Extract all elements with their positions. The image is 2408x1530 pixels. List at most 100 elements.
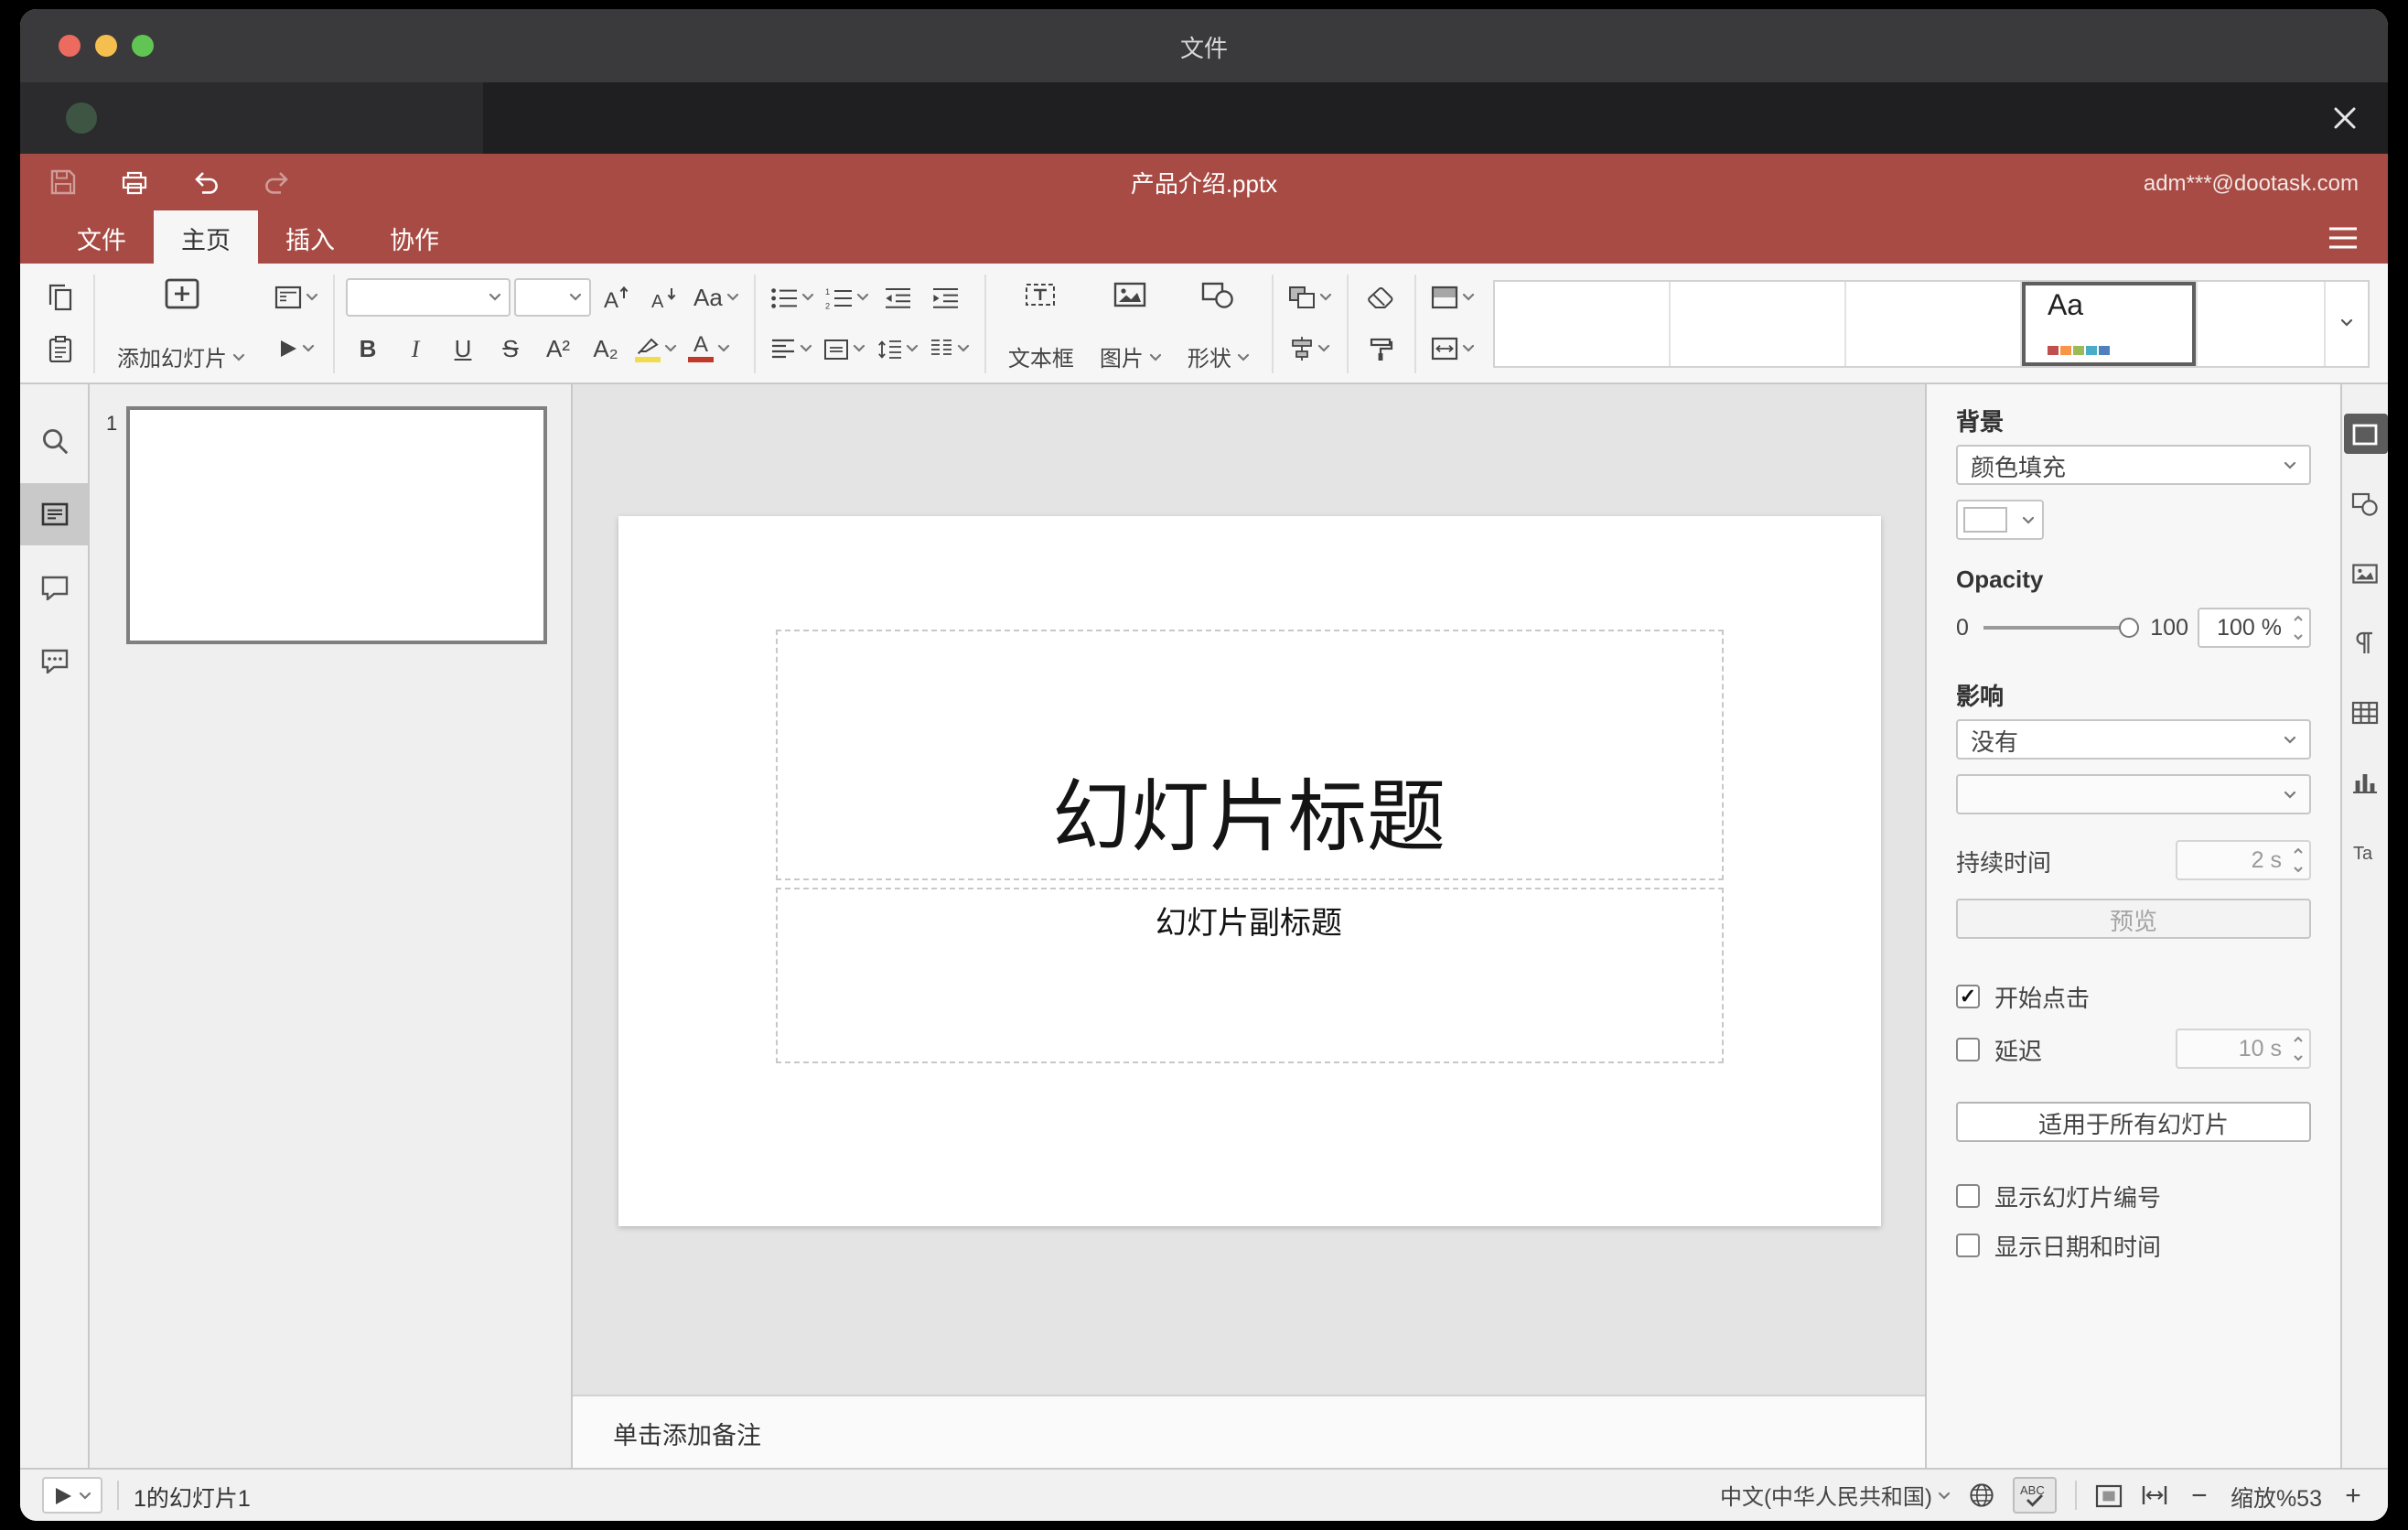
apply-to-all-slides-button[interactable]: 适用于所有幻灯片 [1956,1102,2311,1142]
opacity-slider-knob[interactable] [2119,618,2140,638]
notes-area[interactable]: 单击添加备注 [573,1395,1925,1468]
zoom-window-button[interactable] [132,35,154,57]
decrease-indent-button[interactable] [876,275,920,319]
slides-panel-button[interactable] [20,483,89,545]
theme-option[interactable] [1671,281,1846,365]
table-settings-tab[interactable] [2343,692,2387,732]
start-on-click-checkbox[interactable]: 开始点击 [1956,979,2311,1014]
spin-down-icon[interactable] [2293,1054,2304,1061]
align-shapes-button[interactable] [1285,327,1336,371]
delay-checkbox[interactable]: 延迟 [1956,1031,2042,1066]
show-date-time-checkbox[interactable]: 显示日期和时间 [1956,1228,2311,1263]
tab-file[interactable]: 文件 [49,210,154,264]
insert-textbox-button[interactable]: 文本框 [997,274,1085,372]
language-select[interactable]: 中文(中华人民共和国) [1720,1480,1951,1511]
columns-button[interactable] [926,327,973,371]
subscript-button[interactable]: A₂ [584,327,628,371]
comments-button[interactable] [20,556,89,619]
slide[interactable]: 幻灯片标题 幻灯片副标题 [618,516,1880,1226]
transition-variant-select[interactable] [1956,774,2311,814]
search-button[interactable] [20,410,89,472]
slide-subtitle-placeholder[interactable]: 幻灯片副标题 [775,888,1723,1063]
theme-option-selected[interactable]: Aa [2022,281,2198,365]
spin-down-icon[interactable] [2293,866,2304,873]
slide-layout-button[interactable] [271,275,322,319]
delay-input[interactable]: 10 s [2176,1029,2311,1069]
duration-input[interactable]: 2 s [2176,840,2311,880]
decrease-font-button[interactable]: A [642,275,686,319]
italic-button[interactable]: I [393,327,437,371]
spin-up-icon[interactable] [2293,1036,2304,1043]
document-language-button[interactable] [1969,1482,1994,1508]
paste-button[interactable] [38,327,82,371]
background-fill-select[interactable]: 颜色填充 [1956,445,2311,485]
slide-title-placeholder[interactable]: 幻灯片标题 [775,630,1723,880]
theme-option[interactable] [2198,281,2324,365]
preview-button[interactable]: 预览 [1956,899,2311,939]
chart-settings-tab[interactable] [2343,761,2387,802]
opacity-input[interactable]: 100 % [2198,608,2311,648]
background-color-select[interactable] [1956,500,2044,540]
paragraph-settings-tab[interactable] [2343,622,2387,663]
change-case-button[interactable]: Aa [690,275,743,319]
arrange-shapes-button[interactable] [1285,275,1336,319]
zoom-in-button[interactable]: + [2340,1480,2366,1511]
increase-font-button[interactable]: A [595,275,639,319]
font-size-select[interactable] [514,278,592,317]
start-slideshow-status-button[interactable] [42,1477,102,1514]
tab-insert[interactable]: 插入 [258,210,362,264]
delay-label: 延迟 [1994,1037,2043,1064]
show-slide-number-checkbox[interactable]: 显示幻灯片编号 [1956,1179,2311,1213]
start-slideshow-button[interactable] [271,327,322,371]
slide-size-button[interactable] [1427,327,1478,371]
shape-settings-tab[interactable] [2343,483,2387,523]
close-modal-button[interactable] [2324,98,2364,138]
copy-button[interactable] [38,275,82,319]
menu-icon[interactable] [2327,226,2359,248]
bullets-button[interactable] [767,275,818,319]
horizontal-align-button[interactable] [767,327,816,371]
chat-button[interactable] [20,630,89,692]
theme-gallery-expand-button[interactable] [2324,281,2368,365]
transition-effect-select[interactable]: 没有 [1956,719,2311,760]
spin-down-icon[interactable] [2293,633,2304,641]
zoom-out-button[interactable]: − [2187,1480,2212,1511]
slide-thumbnail[interactable] [126,406,547,644]
close-window-button[interactable] [59,35,81,57]
minimize-window-button[interactable] [95,35,117,57]
insert-image-button[interactable]: 图片 [1089,274,1173,372]
highlight-color-button[interactable] [631,327,681,371]
spin-up-icon[interactable] [2293,847,2304,855]
underline-button[interactable]: U [441,327,485,371]
copy-style-button[interactable] [1360,327,1403,371]
textart-settings-tab[interactable]: Ta [2343,831,2387,871]
add-slide-button[interactable]: 添加幻灯片 [106,274,256,372]
theme-option[interactable] [1495,281,1671,365]
spin-up-icon[interactable] [2293,615,2304,622]
image-settings-tab[interactable] [2343,553,2387,593]
undo-icon[interactable] [192,170,220,194]
font-name-select[interactable] [346,278,511,317]
slide-settings-tab[interactable] [2343,414,2387,454]
fit-to-slide-button[interactable] [2095,1483,2123,1507]
color-scheme-button[interactable] [1427,275,1478,319]
save-icon[interactable] [49,168,77,196]
clear-style-button[interactable] [1360,275,1403,319]
strikethrough-button[interactable]: S [489,327,532,371]
tab-collaboration[interactable]: 协作 [362,210,467,264]
vertical-align-button[interactable] [820,327,869,371]
redo-icon[interactable] [263,170,291,194]
insert-shape-button[interactable]: 形状 [1177,274,1261,372]
line-spacing-button[interactable] [873,327,922,371]
fit-to-width-button[interactable] [2141,1484,2168,1506]
spellcheck-button[interactable]: ABC [2012,1477,2057,1514]
increase-indent-button[interactable] [924,275,968,319]
font-color-button[interactable]: A [684,327,734,371]
bold-button[interactable]: B [346,327,390,371]
superscript-button[interactable]: A² [536,327,580,371]
theme-option[interactable] [1846,281,2022,365]
opacity-slider[interactable] [1983,618,2140,638]
tab-home[interactable]: 主页 [154,210,258,264]
print-icon[interactable] [121,169,148,195]
numbering-button[interactable]: 12 [822,275,873,319]
